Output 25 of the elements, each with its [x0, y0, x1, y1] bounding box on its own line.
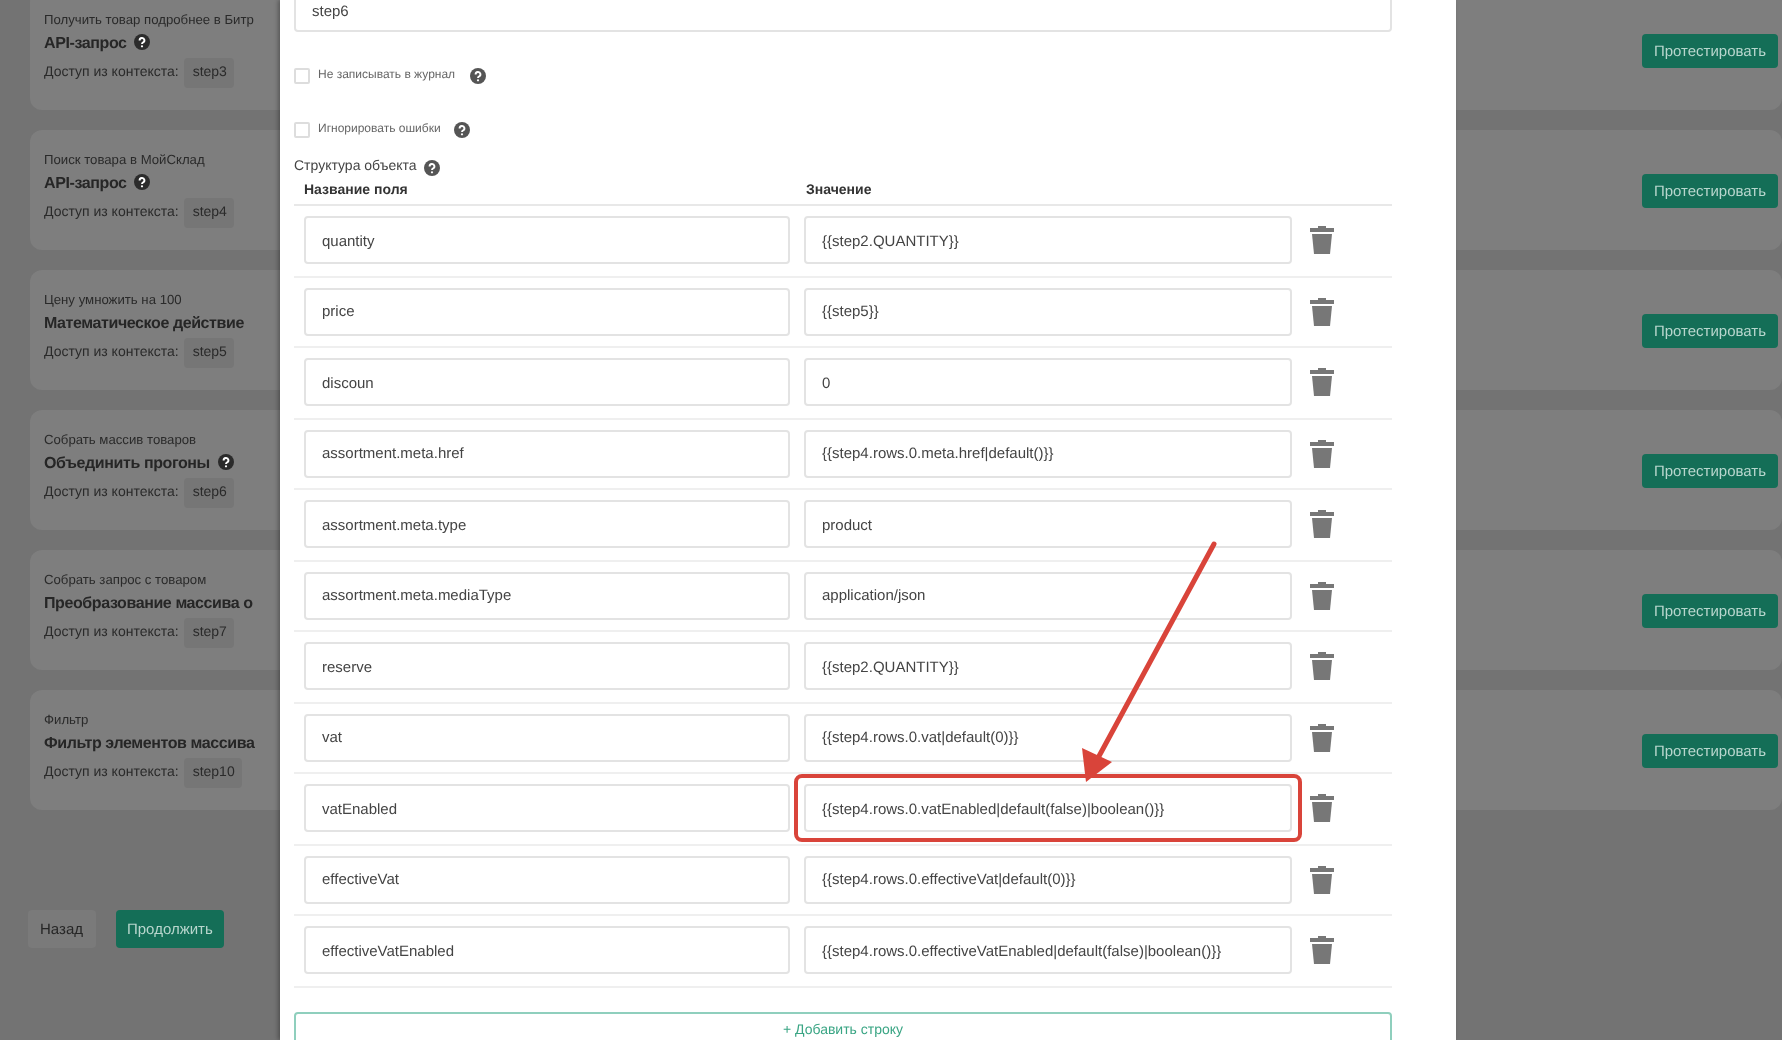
step-title: API-запрос: [44, 173, 127, 191]
trash-icon[interactable]: [1310, 297, 1334, 326]
step-title: Математическое действие: [44, 313, 244, 331]
trash-icon[interactable]: [1310, 652, 1334, 681]
trash-icon[interactable]: [1310, 794, 1334, 823]
help-icon[interactable]: [469, 67, 486, 83]
trash-icon[interactable]: [1310, 510, 1334, 539]
help-icon[interactable]: [424, 159, 441, 175]
checkbox[interactable]: [294, 121, 310, 137]
trash-icon[interactable]: [1310, 226, 1334, 255]
trash-icon[interactable]: [1310, 936, 1334, 965]
trash-icon[interactable]: [1310, 723, 1334, 752]
step-title: Фильтр элементов массива: [44, 733, 255, 751]
step-title: Преобразование массива о: [44, 593, 253, 611]
help-icon[interactable]: [217, 454, 234, 470]
trash-icon[interactable]: [1310, 439, 1334, 468]
help-icon[interactable]: [454, 121, 471, 137]
step-title: Объединить прогоны: [44, 453, 210, 471]
checkbox[interactable]: [294, 67, 310, 83]
help-icon[interactable]: [134, 34, 151, 50]
trash-icon[interactable]: [1310, 865, 1334, 894]
trash-icon[interactable]: [1310, 581, 1334, 610]
help-icon[interactable]: [134, 174, 151, 190]
step-title: API-запрос: [44, 33, 127, 51]
trash-icon[interactable]: [1310, 368, 1334, 397]
